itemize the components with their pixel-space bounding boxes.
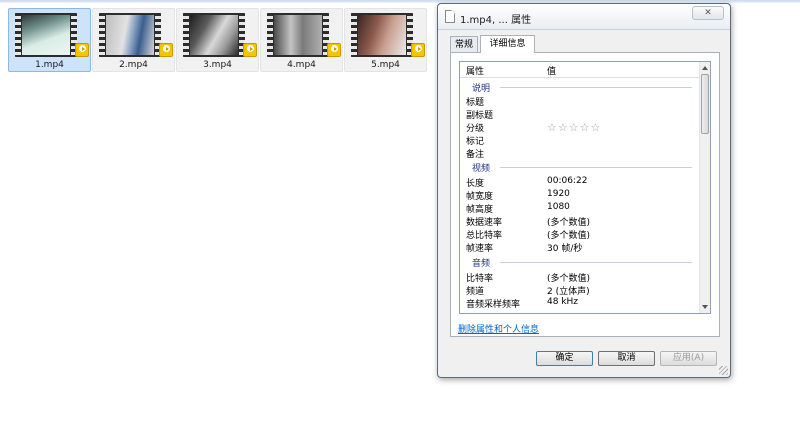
group-divider — [500, 167, 692, 168]
property-row[interactable]: 帧宽度 1920 — [460, 188, 700, 202]
file-tile[interactable]: 4.mp4 — [260, 8, 343, 72]
dialog-titlebar[interactable]: 1.mp4, ... 属性 ✕ — [438, 4, 730, 30]
list-body: 说明 标题 副标题 分级 ☆☆☆☆☆ 标记 备注 视频 长度 00:06:22 帧宽… — [460, 78, 700, 313]
file-name: 5.mp4 — [371, 60, 400, 70]
file-name: 4.mp4 — [287, 60, 316, 70]
video-thumbnail — [183, 13, 245, 57]
player-icon — [75, 43, 89, 57]
property-value: 1920 — [547, 189, 570, 199]
apply-button[interactable]: 应用(A) — [660, 351, 717, 366]
scrollbar-thumb[interactable] — [701, 74, 709, 134]
resize-grip-icon[interactable] — [719, 366, 728, 375]
file-name: 3.mp4 — [203, 60, 232, 70]
vertical-scrollbar[interactable] — [699, 62, 710, 313]
property-row[interactable]: 比特率 (多个数值) — [460, 270, 700, 284]
thumbnail-image — [22, 15, 70, 55]
property-row[interactable]: 帧速率 30 帧/秒 — [460, 240, 700, 254]
property-value: 30 帧/秒 — [547, 244, 583, 254]
scroll-up-arrow-icon[interactable] — [702, 66, 708, 70]
property-row[interactable]: 总比特率 (多个数值) — [460, 227, 700, 241]
list-header: 属性 值 — [460, 62, 700, 78]
group-divider — [500, 262, 692, 263]
property-row[interactable]: 副标题 — [460, 107, 700, 121]
video-thumbnail — [267, 13, 329, 57]
file-name: 2.mp4 — [119, 60, 148, 70]
property-list[interactable]: 属性 值 说明 标题 副标题 分级 ☆☆☆☆☆ 标记 备注 视频 长度 00:06:… — [459, 61, 711, 314]
property-row[interactable]: 频道 2 (立体声) — [460, 283, 700, 297]
remove-properties-link[interactable]: 删除属性和个人信息 — [458, 322, 539, 335]
tab-details[interactable]: 详细信息 — [480, 35, 535, 53]
film-strip-left — [183, 13, 189, 57]
film-strip-left — [351, 13, 357, 57]
video-thumbnail — [99, 13, 161, 57]
video-thumbnail — [351, 13, 413, 57]
column-header-property[interactable]: 属性 — [466, 64, 484, 77]
property-value: 1080 — [547, 202, 570, 212]
group-label: 音频 — [472, 259, 491, 269]
close-button[interactable]: ✕ — [692, 6, 724, 20]
thumbnail-image — [358, 15, 406, 55]
file-tile[interactable]: 3.mp4 — [176, 8, 259, 72]
file-icon — [445, 10, 455, 23]
dialog-title: 1.mp4, ... 属性 — [460, 15, 532, 26]
film-strip-left — [99, 13, 105, 57]
property-name: 帧速率 — [466, 244, 494, 254]
file-tile[interactable]: 1.mp4 — [8, 8, 91, 72]
ok-button[interactable]: 确定 — [536, 351, 593, 366]
film-strip-left — [15, 13, 21, 57]
group-header-video: 视频 — [460, 160, 700, 174]
properties-dialog: 1.mp4, ... 属性 ✕ 常规 详细信息 属性 值 说明 标题 副标题 分… — [437, 3, 731, 378]
column-header-value[interactable]: 值 — [547, 64, 556, 77]
thumbnail-image — [106, 15, 154, 55]
property-name: 音频采样频率 — [466, 300, 521, 310]
group-divider — [500, 87, 692, 88]
group-header-description: 说明 — [460, 80, 700, 94]
property-row[interactable]: 音频采样频率 48 kHz — [460, 296, 700, 310]
video-thumbnail — [15, 13, 77, 57]
property-value: 48 kHz — [547, 297, 579, 307]
property-row[interactable]: 帧高度 1080 — [460, 201, 700, 215]
details-panel: 属性 值 说明 标题 副标题 分级 ☆☆☆☆☆ 标记 备注 视频 长度 00:06:… — [450, 52, 720, 337]
group-label: 视频 — [472, 164, 491, 174]
file-tile[interactable]: 2.mp4 — [92, 8, 175, 72]
file-list: 1.mp4 2.mp4 3.mp4 4.mp4 5.mp4 — [8, 8, 428, 72]
group-header-audio: 音频 — [460, 255, 700, 269]
property-row[interactable]: 标记 — [460, 133, 700, 147]
property-row[interactable]: 备注 — [460, 146, 700, 160]
scroll-down-arrow-icon[interactable] — [702, 305, 708, 309]
thumbnail-image — [274, 15, 322, 55]
property-name: 备注 — [466, 150, 485, 160]
player-icon — [243, 43, 257, 57]
file-name: 1.mp4 — [35, 60, 64, 70]
cancel-button[interactable]: 取消 — [598, 351, 655, 366]
property-row[interactable]: 数据速率 (多个数值) — [460, 214, 700, 228]
thumbnail-image — [190, 15, 238, 55]
property-row[interactable]: 标题 — [460, 94, 700, 108]
player-icon — [159, 43, 173, 57]
property-row[interactable]: 分级 ☆☆☆☆☆ — [460, 120, 700, 134]
file-tile[interactable]: 5.mp4 — [344, 8, 427, 72]
property-row[interactable]: 长度 00:06:22 — [460, 175, 700, 189]
player-icon — [411, 43, 425, 57]
player-icon — [327, 43, 341, 57]
group-label: 说明 — [472, 84, 491, 94]
film-strip-left — [267, 13, 273, 57]
property-value: 00:06:22 — [547, 176, 588, 186]
tab-general[interactable]: 常规 — [450, 36, 478, 52]
